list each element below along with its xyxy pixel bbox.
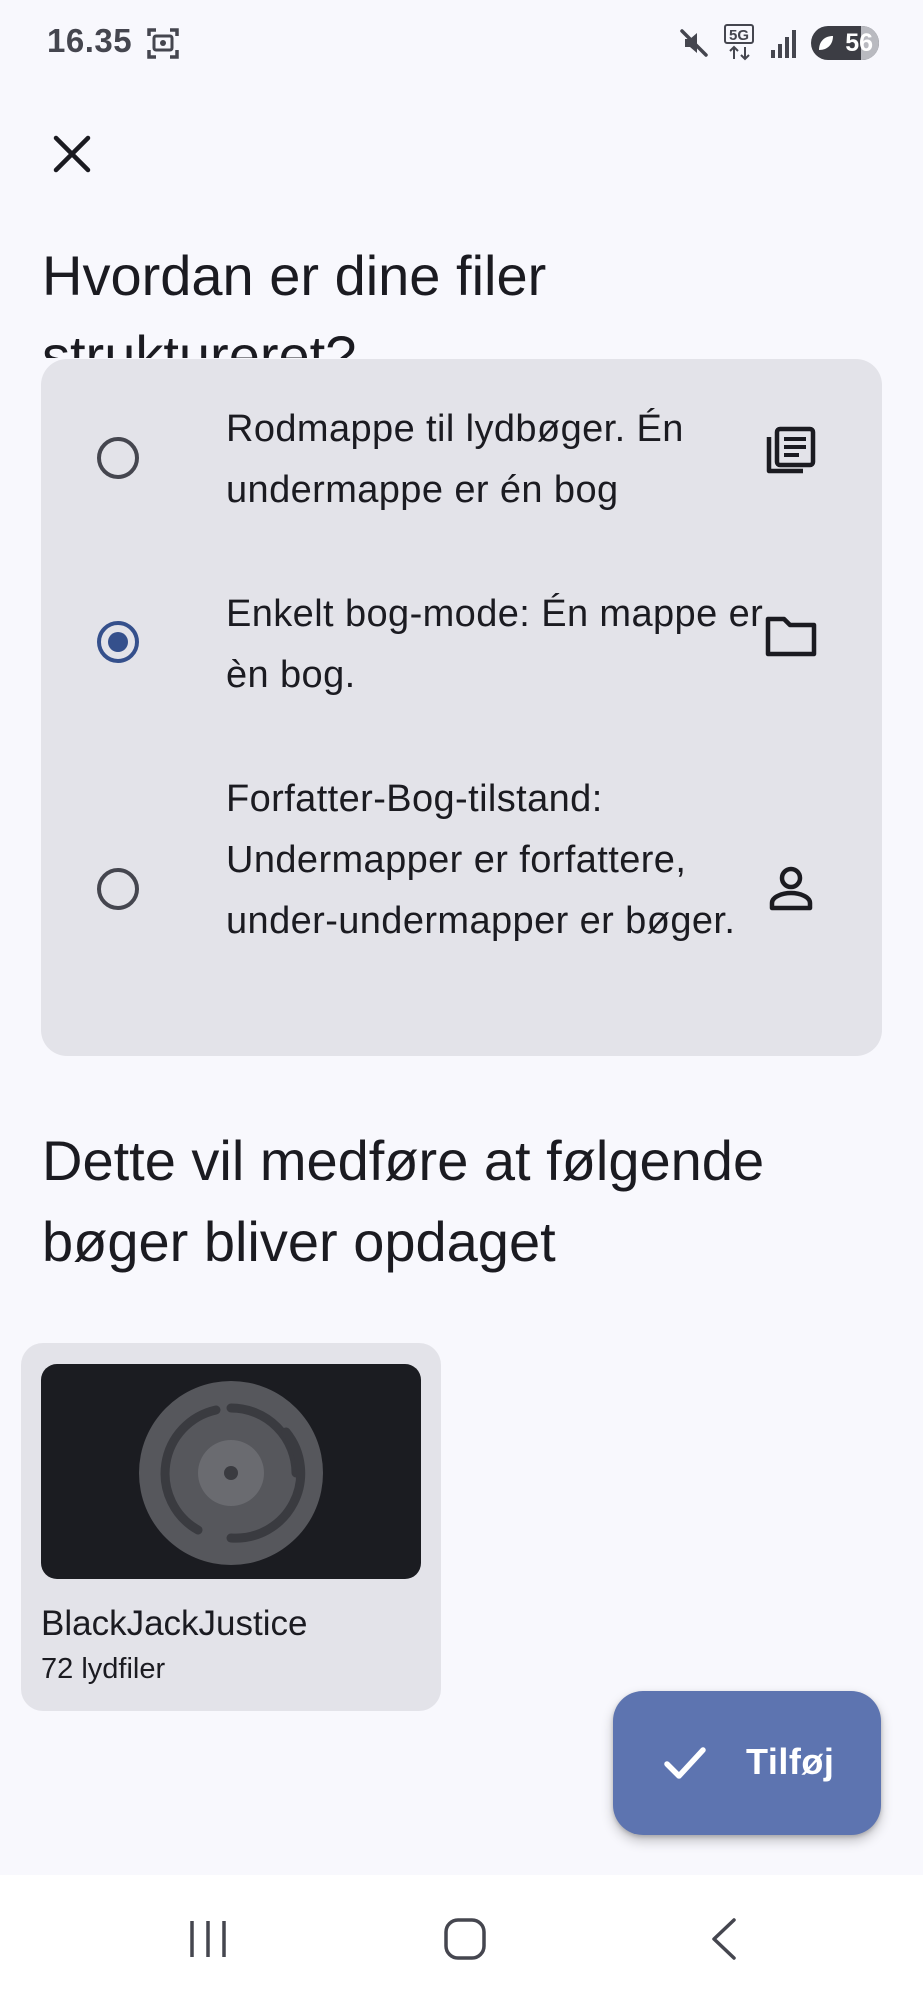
- audiobook-placeholder-icon: [139, 1381, 323, 1565]
- close-button[interactable]: [38, 122, 106, 190]
- discovery-heading: Dette vil medføre at følgende bøger bliv…: [42, 1129, 765, 1273]
- option-label-single-book: Enkelt bog-mode: Én mappe er èn bog.: [226, 593, 764, 696]
- add-button[interactable]: Tilføj: [613, 1691, 881, 1835]
- option-root-folder[interactable]: Rodmappe til lydbøger. Én undermappe er …: [41, 359, 882, 544]
- page-title: Hvordan er dine filer struktureret?: [42, 244, 547, 358]
- folder-icon: [761, 606, 821, 666]
- home-icon: [442, 1916, 488, 1967]
- recent-apps-icon: [186, 1917, 230, 1966]
- radio-root-folder[interactable]: [97, 437, 139, 479]
- status-time: 16.35: [47, 22, 133, 59]
- option-author-book[interactable]: Forfatter-Bog-tilstand: Undermapper er f…: [41, 729, 882, 1056]
- structure-options-card: Rodmappe til lydbøger. Én undermappe er …: [41, 359, 882, 1056]
- home-button[interactable]: [435, 1911, 495, 1971]
- option-label-root-folder: Rodmappe til lydbøger. Én undermappe er …: [226, 408, 684, 511]
- check-icon: [661, 1739, 709, 1787]
- book-file-count: 72 lydfiler: [41, 1653, 166, 1685]
- radio-author-book[interactable]: [97, 868, 139, 910]
- option-label-author-book: Forfatter-Bog-tilstand: Undermapper er f…: [226, 778, 736, 942]
- book-title: BlackJackJustice: [41, 1604, 308, 1643]
- battery-icon: 56: [811, 26, 879, 60]
- add-button-label: Tilføj: [746, 1741, 835, 1782]
- book-cover: [41, 1364, 421, 1579]
- system-nav-bar: [0, 1875, 923, 2000]
- person-icon: [761, 860, 821, 920]
- screenshot-icon: [146, 26, 180, 60]
- radio-single-book[interactable]: [97, 621, 139, 663]
- battery-level: 56: [845, 29, 873, 57]
- library-books-icon: [761, 421, 821, 481]
- back-button[interactable]: [694, 1911, 754, 1971]
- network-label: 5G: [729, 27, 749, 44]
- status-bar: 16.35 5G 56: [0, 0, 923, 88]
- close-icon: [52, 134, 92, 179]
- mute-icon: [677, 26, 711, 60]
- option-single-book[interactable]: Enkelt bog-mode: Én mappe er èn bog.: [41, 544, 882, 729]
- signal-icon: [769, 26, 799, 60]
- network-5g-icon: 5G: [723, 23, 757, 63]
- recent-apps-button[interactable]: [178, 1911, 238, 1971]
- back-icon: [704, 1917, 744, 1966]
